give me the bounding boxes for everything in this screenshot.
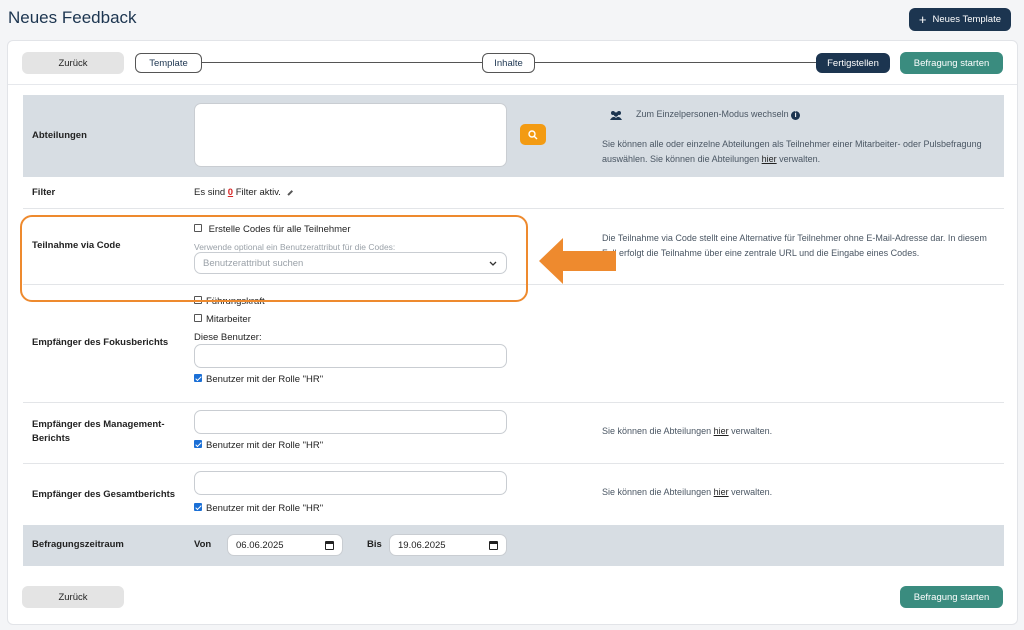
leader-checkbox[interactable]: Führungskraft [194, 296, 265, 307]
checkbox[interactable] [194, 314, 202, 323]
info-icon: i [791, 111, 801, 120]
new-template-button[interactable]: + Neues Template [908, 8, 1011, 31]
step-fertigstellen[interactable]: Fertigstellen [816, 53, 890, 73]
filter-status-prefix: Es sind [194, 187, 228, 198]
end-date-input[interactable]: 19.06.2025 [389, 534, 507, 556]
hr-label: Benutzer mit der Rolle "HR" [206, 503, 324, 514]
employee-checkbox[interactable]: Mitarbeiter [194, 314, 251, 325]
hr-checkbox[interactable]: Benutzer mit der Rolle "HR" [194, 440, 323, 451]
to-label: Bis [367, 539, 382, 550]
step-template[interactable]: Template [135, 53, 202, 73]
chevron-down-icon [489, 261, 497, 266]
checkbox[interactable] [194, 224, 202, 233]
create-codes-label: Erstelle Codes für alle Teilnehmer [208, 224, 351, 235]
code-help: Die Teilnahme via Code stellt eine Alter… [602, 233, 987, 258]
hr-checkbox[interactable]: Benutzer mit der Rolle "HR" [194, 503, 323, 514]
manage-link[interactable]: hier [762, 154, 777, 164]
filter-status: Es sind 0 Filter aktiv. [194, 187, 293, 198]
step-connector [202, 62, 482, 63]
attribute-select[interactable]: Benutzerattribut suchen [194, 252, 507, 274]
row-label: Befragungszeitraum [32, 539, 124, 550]
footer-back-button[interactable]: Zurück [22, 586, 124, 608]
overall-help: Sie können die Abteilungen hier verwalte… [602, 485, 772, 500]
plus-icon: + [918, 11, 927, 27]
start-date-input[interactable]: 06.06.2025 [227, 534, 343, 556]
arrow-annotation-icon [539, 238, 616, 284]
overall-users-input[interactable] [194, 471, 507, 495]
checkbox[interactable] [194, 296, 202, 305]
row-gesamt: Empfänger des Gesamtberichts Benutzer mi… [23, 464, 1004, 525]
search-button[interactable] [520, 124, 546, 145]
footer-start-survey-button[interactable]: Befragung starten [900, 586, 1003, 608]
overall-help-suffix: verwalten. [728, 487, 773, 497]
users-icon [609, 110, 623, 123]
individual-mode-link[interactable]: Zum Einzelpersonen-Modus wechseln i [636, 109, 801, 120]
filter-status-suffix: Filter aktiv. [233, 187, 281, 198]
users-input[interactable] [194, 344, 507, 368]
attribute-hint: Verwende optional ein Benutzerattribut f… [194, 242, 396, 252]
checkbox[interactable] [194, 440, 202, 449]
departments-help: Sie können alle oder einzelne Abteilunge… [602, 137, 992, 167]
management-help-suffix: verwalten. [728, 426, 773, 436]
step-connector [535, 62, 817, 63]
employee-label: Mitarbeiter [206, 314, 251, 325]
create-codes-checkbox[interactable]: Erstelle Codes für alle Teilnehmer [194, 224, 351, 235]
hr-checkbox[interactable]: Benutzer mit der Rolle "HR" [194, 374, 323, 385]
row-label: Empfänger des Management-Berichts [32, 419, 165, 444]
mode-switch-label: Zum Einzelpersonen-Modus wechseln [636, 109, 789, 119]
edit-icon[interactable] [286, 189, 293, 196]
row-label: Empfänger des Gesamtberichts [32, 489, 176, 500]
manage-link[interactable]: hier [714, 487, 729, 497]
page-title: Neues Feedback [8, 8, 137, 27]
row-abteilungen: Abteilungen Zum Einzelpersonen-Modus wec… [23, 95, 1004, 177]
checkbox[interactable] [194, 503, 202, 512]
start-date-value: 06.06.2025 [236, 539, 284, 551]
checkbox[interactable] [194, 374, 202, 383]
row-label: Abteilungen [32, 130, 87, 141]
row-filter: Filter Es sind 0 Filter aktiv. [23, 177, 1004, 209]
row-label: Teilnahme via Code [32, 240, 121, 251]
management-help: Sie können die Abteilungen hier verwalte… [602, 424, 772, 439]
start-survey-button[interactable]: Befragung starten [900, 52, 1003, 74]
users-label: Diese Benutzer: [194, 332, 262, 343]
row-fokus: Empfänger des Fokusberichts Führungskraf… [23, 285, 1004, 403]
row-label: Filter [32, 187, 56, 198]
calendar-icon[interactable] [489, 541, 498, 550]
from-label: Von [194, 539, 212, 550]
management-help-text: Sie können die Abteilungen [602, 426, 714, 436]
step-inhalte[interactable]: Inhalte [482, 53, 535, 73]
row-label: Empfänger des Fokusberichts [32, 337, 169, 348]
departments-input[interactable] [194, 103, 507, 167]
leader-label: Führungskraft [206, 296, 265, 307]
new-template-label: Neues Template [932, 14, 1001, 25]
calendar-icon[interactable] [325, 541, 334, 550]
management-users-input[interactable] [194, 410, 507, 434]
overall-help-text: Sie können die Abteilungen [602, 487, 714, 497]
departments-help-suffix: verwalten. [776, 154, 821, 164]
hr-label: Benutzer mit der Rolle "HR" [206, 440, 324, 451]
hr-label: Benutzer mit der Rolle "HR" [206, 374, 324, 385]
row-zeitraum: Befragungszeitraum Von 06.06.2025 Bis 19… [23, 525, 1004, 566]
back-button[interactable]: Zurück [22, 52, 124, 74]
search-icon [528, 129, 538, 139]
wizard-panel: Zurück Template Inhalte Fertigstellen Be… [7, 40, 1018, 625]
wizard-stepper: Zurück Template Inhalte Fertigstellen Be… [8, 41, 1017, 85]
end-date-value: 19.06.2025 [398, 539, 446, 551]
row-code: Teilnahme via Code Erstelle Codes für al… [23, 209, 1004, 285]
row-management: Empfänger des Management-Berichts Benutz… [23, 403, 1004, 464]
manage-link[interactable]: hier [714, 426, 729, 436]
attribute-select-placeholder: Benutzerattribut suchen [203, 258, 304, 269]
